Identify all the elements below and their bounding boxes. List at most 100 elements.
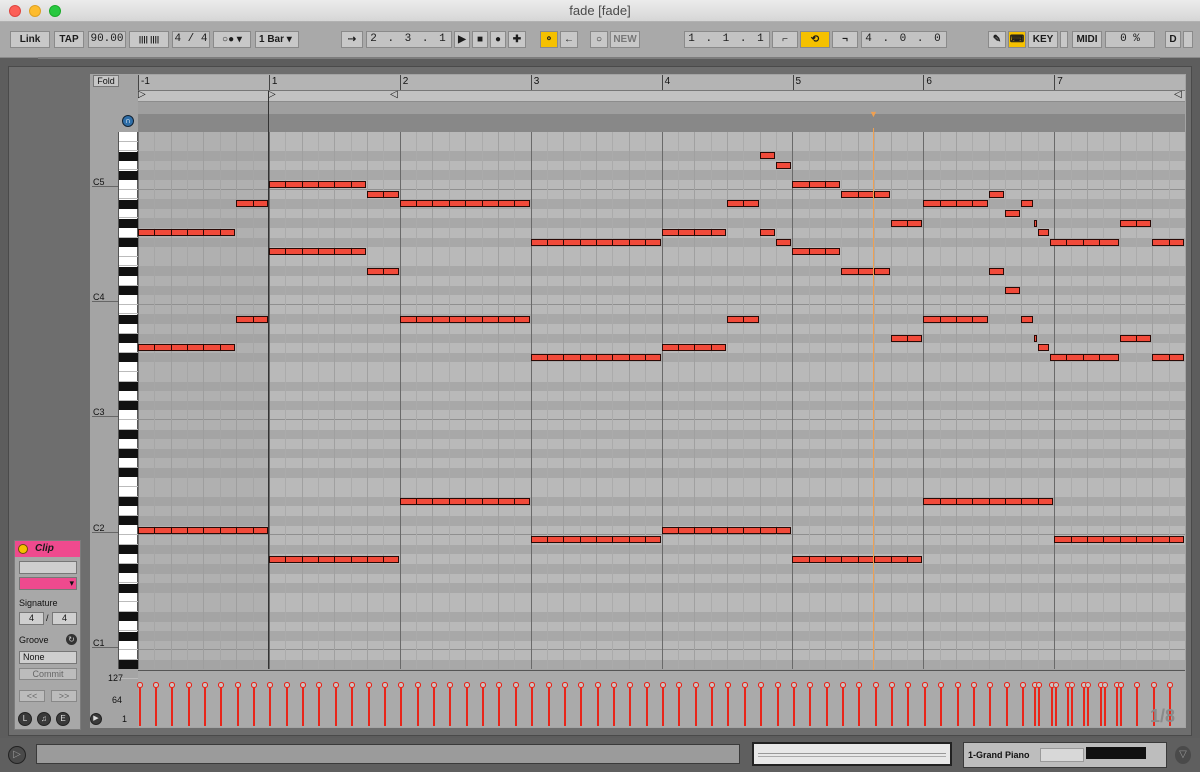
midi-note[interactable] — [1119, 334, 1152, 342]
midi-note[interactable] — [1005, 210, 1021, 217]
velocity-handle[interactable] — [267, 682, 274, 688]
white-key[interactable] — [119, 161, 139, 171]
midi-note[interactable] — [661, 229, 726, 237]
velocity-handle[interactable] — [512, 682, 519, 688]
velocity-stem[interactable] — [1021, 686, 1024, 726]
loop-end-marker-icon[interactable]: ◁ — [390, 89, 398, 100]
midi-note[interactable] — [759, 229, 776, 237]
scrub-area[interactable] — [138, 102, 1185, 114]
midi-note[interactable] — [268, 181, 367, 189]
midi-note[interactable] — [923, 200, 988, 208]
white-key[interactable] — [119, 180, 139, 190]
velocity-stem[interactable] — [302, 686, 305, 726]
velocity-stem[interactable] — [563, 686, 566, 726]
black-key[interactable] — [119, 449, 139, 459]
link-button[interactable]: Link — [10, 31, 50, 48]
white-key[interactable] — [119, 132, 139, 142]
midi-note[interactable] — [1021, 200, 1033, 208]
white-key[interactable] — [119, 228, 139, 238]
velocity-stem[interactable] — [269, 686, 272, 726]
velocity-stem[interactable] — [1050, 686, 1053, 726]
white-key[interactable] — [119, 343, 139, 353]
velocity-handle[interactable] — [332, 682, 339, 688]
velocity-handle[interactable] — [447, 682, 454, 688]
midi-note[interactable] — [923, 315, 988, 323]
white-key[interactable] — [119, 372, 139, 382]
velocity-stem[interactable] — [1099, 686, 1102, 726]
black-key[interactable] — [119, 583, 139, 593]
white-key[interactable] — [119, 410, 139, 420]
velocity-handle[interactable] — [741, 682, 748, 688]
clip-color-chooser[interactable]: ▾ — [19, 577, 77, 590]
midi-note[interactable] — [776, 238, 792, 246]
arrangement-position-field[interactable]: 2 . 3 . 1 — [366, 31, 452, 48]
white-key[interactable] — [119, 478, 139, 488]
black-key[interactable] — [119, 497, 139, 507]
velocity-handle[interactable] — [905, 682, 912, 688]
velocity-handle[interactable] — [970, 682, 977, 688]
midi-note[interactable] — [726, 315, 759, 323]
velocity-stem[interactable] — [498, 686, 501, 726]
velocity-stem[interactable] — [318, 686, 321, 726]
white-key[interactable] — [119, 142, 139, 152]
clip-overview-thumbnail[interactable] — [752, 742, 952, 766]
velocity-stem[interactable] — [727, 686, 730, 726]
piano-keyboard[interactable] — [118, 132, 139, 680]
midi-note[interactable] — [661, 344, 726, 352]
key-map-button[interactable]: KEY — [1028, 31, 1058, 48]
midi-note[interactable] — [268, 248, 367, 256]
midi-note[interactable] — [1054, 536, 1185, 544]
velocity-stem[interactable] — [383, 686, 386, 726]
velocity-handle[interactable] — [1134, 682, 1141, 688]
velocity-stem[interactable] — [743, 686, 746, 726]
signature-denominator[interactable]: 4 — [52, 612, 77, 625]
velocity-handle[interactable] — [1101, 682, 1108, 688]
commit-button[interactable]: Commit — [19, 668, 77, 680]
previous-clip-button[interactable]: << — [19, 690, 45, 702]
midi-note[interactable] — [138, 526, 268, 534]
velocity-handle[interactable] — [872, 682, 879, 688]
velocity-handle[interactable] — [725, 682, 732, 688]
midi-note[interactable] — [890, 219, 923, 227]
velocity-stem[interactable] — [694, 686, 697, 726]
white-key[interactable] — [119, 458, 139, 468]
velocity-stem[interactable] — [465, 686, 468, 726]
midi-map-button[interactable]: MIDI — [1072, 31, 1102, 48]
velocity-stem[interactable] — [923, 686, 926, 726]
draw-mode-button[interactable]: ✎ — [988, 31, 1006, 48]
velocity-handle[interactable] — [774, 682, 781, 688]
velocity-stem[interactable] — [171, 686, 174, 726]
notes-box-toggle-icon[interactable]: ♫ — [37, 712, 51, 726]
midi-note[interactable] — [138, 344, 236, 352]
velocity-stem[interactable] — [580, 686, 583, 726]
black-key[interactable] — [119, 564, 139, 574]
preview-headphones-icon[interactable]: ∩ — [122, 115, 134, 127]
velocity-stem[interactable] — [482, 686, 485, 726]
white-key[interactable] — [119, 526, 139, 536]
midi-note[interactable] — [726, 200, 759, 208]
velocity-handle[interactable] — [938, 682, 945, 688]
velocity-stem[interactable] — [891, 686, 894, 726]
white-key[interactable] — [119, 622, 139, 632]
midi-note[interactable] — [236, 200, 268, 208]
clip-name-field[interactable] — [19, 561, 77, 574]
loop-length-field[interactable]: 4 . 0 . 0 — [861, 31, 947, 48]
midi-note[interactable] — [841, 190, 890, 198]
launch-box-toggle-icon[interactable]: L — [18, 712, 32, 726]
velocity-stem[interactable] — [203, 686, 206, 726]
selected-track-display[interactable]: 1-Grand Piano — [963, 742, 1167, 768]
velocity-stem[interactable] — [940, 686, 943, 726]
velocity-stem[interactable] — [1136, 686, 1139, 726]
groove-selector[interactable]: None — [19, 651, 77, 664]
velocity-handle[interactable] — [316, 682, 323, 688]
velocity-stem[interactable] — [432, 686, 435, 726]
signature-numerator[interactable]: 4 — [19, 612, 44, 625]
velocity-stem[interactable] — [711, 686, 714, 726]
black-key[interactable] — [119, 218, 139, 228]
midi-note[interactable] — [792, 181, 841, 189]
black-key[interactable] — [119, 170, 139, 180]
midi-note[interactable] — [988, 190, 1005, 198]
metronome-button[interactable]: ○● ▾ — [213, 31, 251, 48]
loop-brace[interactable]: ▷ ▷ ◁ ◁ — [138, 89, 1185, 102]
velocity-stem[interactable] — [678, 686, 681, 726]
